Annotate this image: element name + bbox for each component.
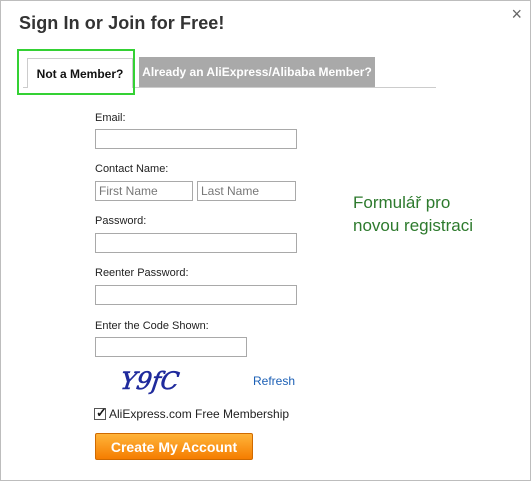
email-field[interactable] [95,129,297,149]
reenter-password-label: Reenter Password: [95,267,189,279]
membership-label: AliExpress.com Free Membership [109,407,290,421]
captcha-text: Y9fC [121,367,181,395]
signin-dialog: Sign In or Join for Free! × Not a Member… [0,0,531,481]
captcha-image: Y9fC [121,367,181,395]
tab-already-member[interactable]: Already an AliExpress/Alibaba Member? [139,57,375,87]
annotation-line-2: novou registraci [353,216,474,235]
last-name-field[interactable] [197,181,296,201]
captcha-code-field[interactable] [95,337,247,357]
reenter-password-field[interactable] [95,285,297,305]
refresh-link[interactable]: Refresh [253,374,295,388]
annotation-note: Formulář pro novou registraci [353,191,473,237]
create-account-button[interactable]: Create My Account [95,433,253,460]
password-label: Password: [95,215,147,227]
code-label: Enter the Code Shown: [95,320,209,332]
membership-row: ✓ AliExpress.com Free Membership [94,405,290,421]
email-label: Email: [95,112,126,124]
close-icon[interactable]: × [511,5,522,23]
checkbox-checked-icon[interactable]: ✓ [94,405,107,420]
password-field[interactable] [95,233,297,253]
contact-name-label: Contact Name: [95,163,169,175]
dialog-title: Sign In or Join for Free! [19,13,225,33]
tab-not-a-member[interactable]: Not a Member? [27,58,133,88]
annotation-line-1: Formulář pro [353,193,451,212]
first-name-field[interactable] [95,181,193,201]
